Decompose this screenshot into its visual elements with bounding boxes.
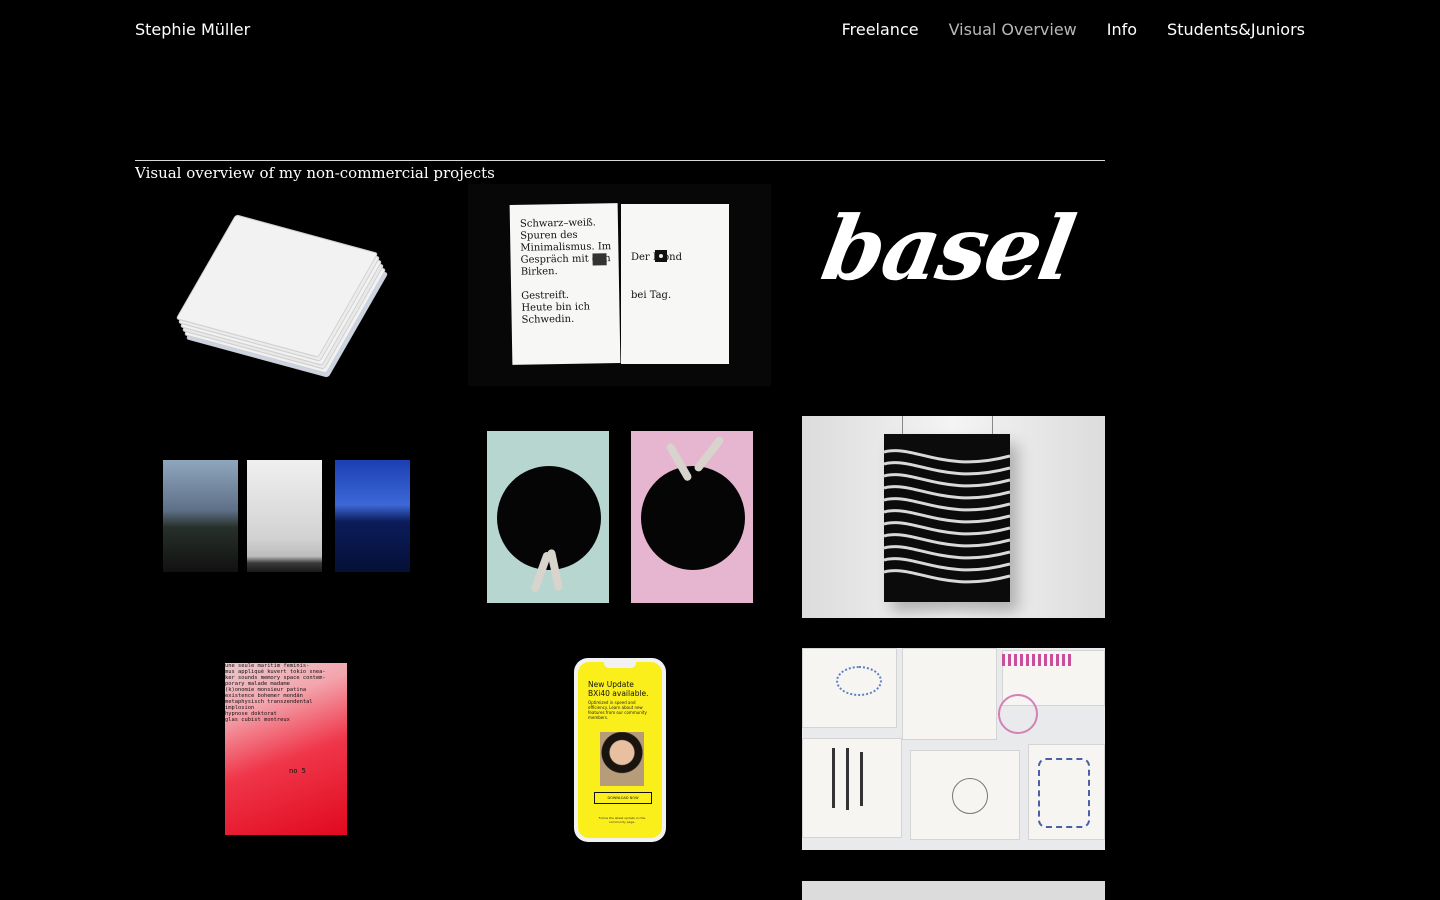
red-poster-text: une seule maritim feminis- mus appliqué … [225, 663, 326, 723]
book-right-bottom-text: bei Tag. [631, 290, 672, 301]
nav-info[interactable]: Info [1107, 20, 1137, 39]
phone-screen: New Update BXi40 available. Optimized in… [578, 662, 662, 838]
section-divider [135, 160, 1105, 161]
project-tile-partial[interactable] [802, 881, 1105, 900]
project-tile-wave-poster[interactable] [802, 416, 1105, 618]
nav-students-juniors[interactable]: Students&Juniors [1167, 20, 1305, 39]
nav-visual-overview[interactable]: Visual Overview [949, 20, 1077, 39]
phone-footer-text: Follow the latest update on the communit… [598, 816, 646, 824]
project-tile-red-poster[interactable]: une seule maritim feminis- mus appliqué … [135, 648, 438, 850]
portrait-photo [600, 732, 644, 786]
blue-hatched-sketch [1038, 758, 1090, 828]
phone-download-button: DOWNLOAD NOW [594, 792, 652, 804]
nav-freelance[interactable]: Freelance [842, 20, 919, 39]
phone-body-text: Optimized in speed and efficiency. Learn… [588, 700, 647, 720]
wave-poster [883, 434, 1011, 602]
landscape-panel-grey [163, 460, 238, 572]
project-tile-book-spread[interactable]: Schwarz–weiß. Spuren des Minimalismus. I… [468, 184, 771, 386]
black-circle [641, 466, 745, 570]
project-tile-booklet-stack[interactable] [135, 184, 438, 386]
pencil-sketch [952, 778, 988, 814]
site-title[interactable]: Stephie Müller [135, 20, 250, 39]
book-left-top-text: Schwarz–weiß. Spuren des Minimalismus. I… [519, 217, 612, 278]
moon-image [655, 250, 667, 262]
phone-headline: New Update BXi40 available. [588, 680, 649, 698]
red-poster: une seule maritim feminis- mus appliqué … [225, 663, 347, 835]
book-left-page: Schwarz–weiß. Spuren des Minimalismus. I… [509, 203, 621, 365]
book-left-bottom-text: Gestreift. Heute bin ich Schwedin. [521, 289, 591, 326]
wave-lines-graphic [883, 449, 1011, 584]
main-nav: Freelance Visual Overview Info Students&… [842, 20, 1305, 39]
basel-logo: basel [814, 196, 1081, 300]
stamp-image [592, 253, 607, 266]
book-right-page: Der Mond bei Tag. [621, 204, 729, 364]
landscape-panel-white [247, 460, 322, 572]
section-title: Visual overview of my non-commercial pro… [135, 164, 495, 182]
poster-mint [487, 431, 609, 603]
project-tile-basel-logo[interactable]: basel [802, 184, 1105, 386]
phone-mockup: New Update BXi40 available. Optimized in… [574, 658, 666, 842]
project-tile-sketchbooks[interactable] [802, 648, 1105, 850]
blue-sketch [836, 666, 882, 696]
poster-pink [631, 431, 753, 603]
project-tile-landscape-triptych[interactable] [135, 416, 438, 618]
landscape-panel-blue [335, 460, 410, 572]
pink-face-sketch [998, 694, 1038, 734]
red-poster-number: no 5 [289, 767, 306, 775]
project-tile-circle-posters[interactable] [468, 416, 771, 618]
project-tile-phone-app[interactable]: New Update BXi40 available. Optimized in… [468, 648, 771, 850]
booklet-stack-image [175, 212, 389, 378]
